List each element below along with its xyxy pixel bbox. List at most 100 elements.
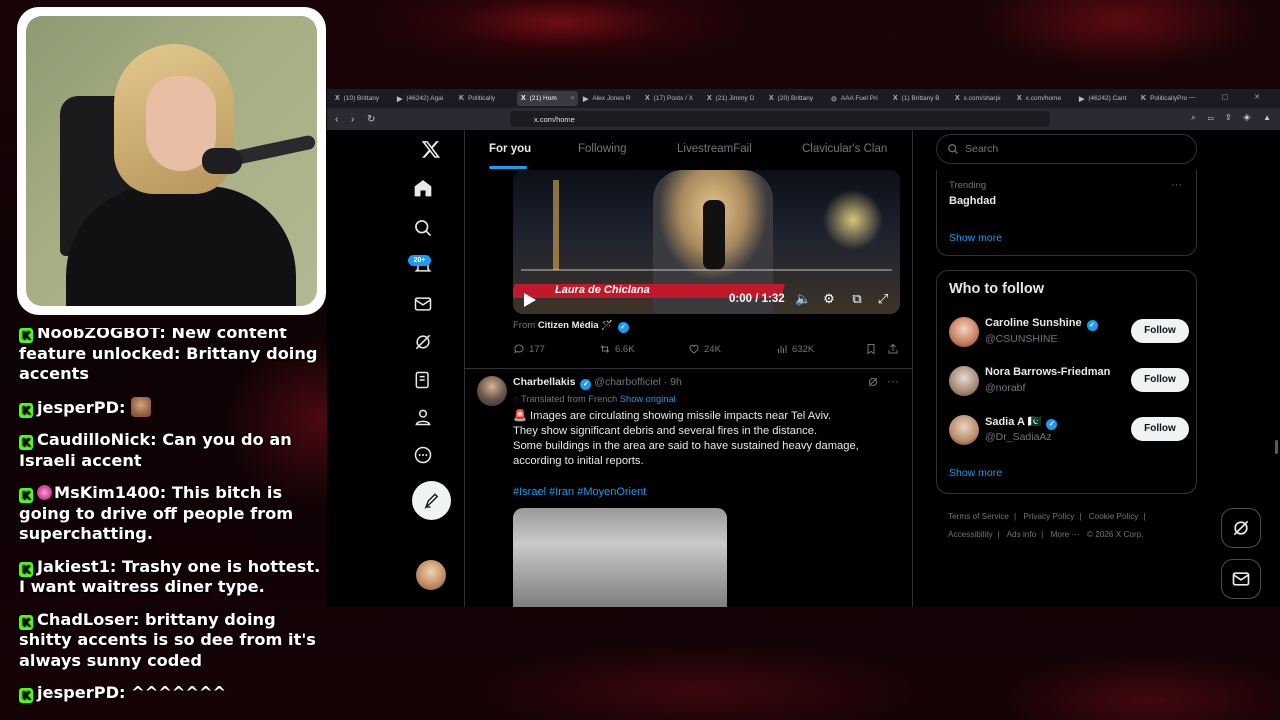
browser-tab[interactable]: ▶ Alex Jones R — [579, 91, 640, 106]
browser-tab[interactable]: X (10) Brittany — [331, 91, 392, 106]
follow-suggestion[interactable]: Nora Barrows-Friedman @norabf Follow — [949, 364, 1189, 400]
globe-icon: ◌ — [513, 394, 519, 404]
post-more-icon[interactable]: ··· — [887, 374, 899, 388]
tab-label: Alex Jones R — [592, 95, 631, 102]
search-icon — [948, 144, 958, 154]
browser-tab[interactable]: X (21) Hom ✕ — [517, 91, 578, 106]
follow-button[interactable]: Follow — [1131, 417, 1189, 441]
grok-float-button[interactable] — [1221, 508, 1261, 548]
terms-link[interactable]: Terms of Service — [948, 512, 1009, 521]
post-image[interactable] — [513, 508, 727, 607]
author-avatar[interactable] — [477, 376, 507, 406]
follow-suggestion[interactable]: Sadia A 🇵🇰 ✓ @Dr_SadiaAz Follow — [949, 413, 1189, 449]
home-icon[interactable] — [408, 173, 438, 203]
tab-label: (21) Jimmy D — [715, 95, 755, 102]
bookmark-button[interactable] — [865, 343, 881, 355]
post-text-line: 🚨 Images are circulating showing missile… — [513, 410, 831, 422]
browser-tab[interactable]: X (20) Brittany — [765, 91, 826, 106]
explore-search-icon[interactable] — [408, 213, 438, 243]
grok-icon[interactable] — [408, 327, 438, 357]
tab-bar: X (10) Brittany ▶ (46242) Agai K Politically X… — [327, 89, 1280, 108]
tab-following[interactable]: Following — [578, 130, 627, 155]
post-divider — [465, 368, 912, 369]
fullscreen-icon[interactable]: ⤢ — [876, 292, 890, 306]
browser-tab[interactable]: ▶ (46242) Cant — [1075, 91, 1136, 106]
browser-tab[interactable]: Xx.com/home — [1013, 91, 1074, 106]
tab-favicon-icon: ▶ — [397, 95, 403, 103]
browser-tab[interactable]: X (21) Jimmy D — [703, 91, 764, 106]
browser-tab[interactable]: X (1) Brittany B — [889, 91, 950, 106]
chat-username: ChadLoser — [37, 609, 133, 629]
author-name[interactable]: Charbellakis — [513, 376, 575, 388]
reply-icon — [514, 344, 524, 354]
browser-tab[interactable]: Xx.com/sharpi — [951, 91, 1012, 106]
tab-label: (20) Brittany — [777, 95, 814, 102]
profile-icon[interactable] — [408, 402, 438, 432]
avatar[interactable] — [949, 317, 979, 347]
show-original-link[interactable]: Show original — [620, 394, 676, 404]
repost-button[interactable]: 6.6K — [599, 343, 635, 355]
window-controls[interactable]: — ▢ ✕ — [1189, 93, 1272, 101]
scrollbar[interactable] — [1275, 440, 1278, 454]
like-button[interactable]: 24K — [688, 343, 721, 355]
tab-close-icon[interactable]: ✕ — [570, 95, 575, 102]
cookie-link[interactable]: Cookie Policy — [1089, 512, 1139, 521]
browser-tab[interactable]: ▶ (46242) Agai — [393, 91, 454, 106]
address-field[interactable]: x.com/home — [510, 111, 1050, 127]
ads-info-link[interactable]: Ads info — [1007, 530, 1037, 539]
trending-show-more[interactable]: Show more — [949, 232, 1002, 244]
volume-icon[interactable]: 🔈 — [795, 292, 811, 306]
messages-icon[interactable] — [408, 289, 438, 319]
account-avatar[interactable] — [416, 560, 446, 590]
microphone — [202, 148, 242, 174]
messages-float-button[interactable] — [1221, 559, 1261, 599]
more-link[interactable]: More ··· — [1051, 530, 1080, 539]
who-to-follow-show-more[interactable]: Show more — [949, 467, 1002, 479]
follow-button[interactable]: Follow — [1131, 319, 1189, 343]
share-button[interactable] — [887, 343, 903, 355]
follow-suggestion[interactable]: Caroline Sunshine ✓ @CSUNSHINE Follow — [949, 315, 1189, 351]
tab-for-you[interactable]: For you — [489, 130, 531, 155]
accessibility-link[interactable]: Accessibility — [948, 530, 993, 539]
forward-icon[interactable]: › — [351, 114, 359, 125]
post-hashtags[interactable]: #Israel #Iran #MoyenOrient — [513, 486, 646, 498]
more-icon[interactable] — [408, 440, 438, 470]
back-icon[interactable]: ‹ — [335, 114, 343, 125]
tab-clavicular-clan[interactable]: Clavicular's Clan — [802, 130, 887, 155]
subscriber-badge-icon — [37, 485, 52, 500]
source-name[interactable]: Citizen Média — [538, 320, 599, 331]
reply-button[interactable]: 177 — [513, 343, 545, 355]
avatar[interactable] — [949, 366, 979, 396]
browser-tab[interactable]: ⊙ AAA Fuel Pri — [827, 91, 888, 106]
play-icon[interactable] — [523, 292, 537, 308]
lists-icon[interactable] — [408, 365, 438, 395]
video-progress-bar[interactable] — [521, 269, 892, 271]
privacy-link[interactable]: Privacy Policy — [1023, 512, 1074, 521]
browser-tab[interactable]: K Politically — [455, 91, 516, 106]
video-time: 0:00 / 1:32 — [729, 293, 785, 305]
post-text: 🚨 Images are circulating showing missile… — [513, 409, 883, 469]
trend-topic[interactable]: Baghdad — [949, 195, 996, 207]
trend-more-icon[interactable]: ··· — [1171, 179, 1182, 191]
suggestion-handle: @norabf — [985, 382, 1026, 394]
post-video[interactable]: Laura de Chiclana 0:00 / 1:32 🔈 ⚙ ⧉ ⤢ — [513, 170, 900, 314]
avatar[interactable] — [949, 415, 979, 445]
browser-tab[interactable]: X (17) Posts / X — [641, 91, 702, 106]
settings-gear-icon[interactable]: ⚙ — [822, 292, 836, 306]
x-logo-icon[interactable] — [416, 134, 446, 164]
picture-in-picture-icon[interactable]: ⧉ — [850, 292, 864, 306]
grok-explain-icon[interactable] — [867, 376, 879, 388]
chat-message: K ChadLoser: brittany doing shitty accent… — [19, 610, 329, 672]
verified-badge-icon: ✓ — [580, 379, 592, 390]
streamer-body — [66, 186, 296, 306]
tab-livestreamfail[interactable]: LivestreamFail — [677, 130, 752, 155]
chat-message: K CaudilloNick: Can you do an Israeli acc… — [19, 430, 329, 471]
views-button[interactable]: 632K — [776, 343, 814, 355]
reload-icon[interactable]: ↻ — [367, 114, 375, 125]
author-handle-time[interactable]: @charbofficiel · 9h — [594, 376, 682, 388]
compose-post-button[interactable] — [412, 481, 451, 520]
search-input[interactable]: Search — [936, 134, 1197, 164]
kick-badge-icon: K — [19, 688, 33, 703]
follow-button[interactable]: Follow — [1131, 368, 1189, 392]
extension-icons[interactable]: ⌕ ▭ ⇪ ◈ ▲ — [1191, 113, 1276, 123]
